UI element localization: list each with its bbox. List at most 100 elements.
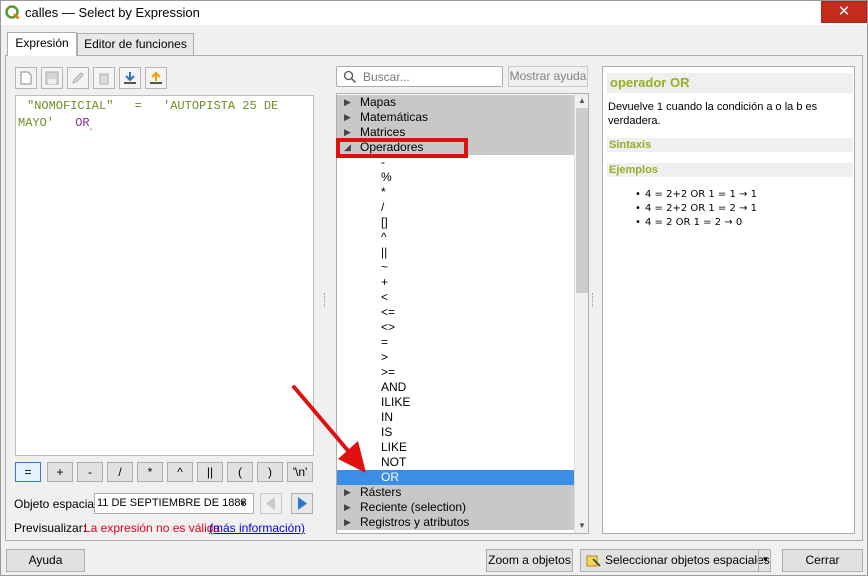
previous-feature-button[interactable] (260, 493, 282, 514)
tree-item[interactable]: >= (337, 365, 574, 380)
new-file-button[interactable] (15, 67, 37, 89)
left-splitter-handle[interactable] (324, 293, 327, 307)
collapse-arrow-icon[interactable]: ▶ (344, 95, 351, 110)
close-button[interactable]: Cerrar (782, 549, 863, 572)
feature-combobox[interactable]: 11 DE SEPTIEMBRE DE 1888 (94, 493, 254, 514)
tree-scrollbar[interactable]: ▲ ▼ (574, 94, 588, 533)
import-icon (124, 72, 136, 84)
tree-item[interactable]: > (337, 350, 574, 365)
help-button[interactable]: Ayuda (6, 549, 85, 572)
tree-label: Registros y atributos (360, 515, 470, 529)
tree-label: AND (381, 380, 407, 394)
tree-item[interactable]: = (337, 335, 574, 350)
collapse-arrow-icon[interactable]: ▶ (344, 110, 351, 125)
string-token: 'AUTOPISTA 25 DE (163, 99, 279, 113)
close-icon: ✕ (837, 3, 851, 20)
zoom-to-features-button[interactable]: Zoom a objetos (486, 549, 573, 572)
preview-error-text: La expresión no es válida (84, 521, 221, 535)
close-window-button[interactable]: ✕ (821, 1, 867, 23)
tree-item[interactable]: % (337, 170, 574, 185)
help-title: operador OR (607, 73, 853, 93)
tree-label: || (381, 245, 388, 259)
scroll-up-icon[interactable]: ▲ (575, 94, 588, 108)
new-file-icon (20, 71, 32, 85)
export-icon (150, 71, 162, 84)
tree-group[interactable]: ▶ Reciente (selection) (337, 500, 574, 515)
preview-label: Previsualizar: (14, 521, 87, 535)
select-expression-icon (586, 555, 601, 567)
tree-label: <= (381, 305, 396, 319)
tree-item[interactable]: + (337, 275, 574, 290)
collapse-arrow-icon[interactable]: ▶ (344, 515, 351, 530)
save-button[interactable] (41, 67, 63, 89)
chevron-down-icon[interactable]: ▼ (758, 549, 772, 572)
scroll-thumb[interactable] (576, 108, 588, 293)
tree-label: OR (381, 470, 399, 484)
tree-group[interactable]: ▶ Mapas (337, 95, 574, 110)
op-power-button[interactable]: ^ (167, 462, 193, 482)
examples-heading: Ejemplos (607, 163, 853, 177)
tree-label: * (381, 185, 386, 199)
tree-item[interactable]: <> (337, 320, 574, 335)
tree-label: Matemáticas (360, 110, 429, 124)
tab-function-editor[interactable]: Editor de funciones (77, 33, 194, 55)
export-button[interactable] (145, 67, 167, 89)
operator-token: = (134, 99, 142, 113)
op-plus-button[interactable]: + (47, 462, 73, 482)
tree-label: + (381, 275, 389, 289)
search-input[interactable]: Buscar... (336, 66, 503, 87)
example-item: 4 = 2+2 OR 1 = 1 → 1 (635, 188, 757, 202)
select-features-button[interactable]: Seleccionar objetos espaciales (580, 549, 771, 572)
collapse-arrow-icon[interactable]: ▶ (344, 500, 351, 515)
scroll-down-icon[interactable]: ▼ (575, 519, 588, 533)
op-minus-button[interactable]: - (77, 462, 103, 482)
tree-label: IS (381, 425, 393, 439)
tree-group[interactable]: ▶ Registros y atributos (337, 515, 574, 530)
tree-item[interactable]: [] (337, 215, 574, 230)
tree-item[interactable]: || (337, 245, 574, 260)
tree-item[interactable]: ^ (337, 230, 574, 245)
example-item: 4 = 2+2 OR 1 = 2 → 1 (635, 202, 757, 216)
example-item: 4 = 2 OR 1 = 2 → 0 (635, 216, 757, 230)
tree-item[interactable]: < (337, 290, 574, 305)
or-keyword-token: OR (75, 116, 90, 130)
more-info-link[interactable]: (más información) (209, 521, 305, 535)
tree-label: IN (381, 410, 393, 424)
tree-item[interactable]: ~ (337, 260, 574, 275)
next-feature-button[interactable] (291, 493, 313, 514)
tab-expression[interactable]: Expresión (7, 32, 77, 56)
window-title: calles — Select by Expression (25, 5, 200, 20)
op-concat-button[interactable]: || (197, 462, 223, 482)
search-placeholder: Buscar... (363, 70, 410, 84)
op-open-paren-button[interactable]: ( (227, 462, 253, 482)
tree-group[interactable]: ▶ Rásters (337, 485, 574, 500)
annotation-arrow-icon (292, 385, 366, 473)
tree-label: % (381, 170, 392, 184)
tree-label: > (381, 350, 389, 364)
tree-item[interactable]: * (337, 185, 574, 200)
edit-button[interactable] (67, 67, 89, 89)
op-equals-button[interactable]: = (15, 462, 41, 482)
tree-label: Mapas (360, 95, 397, 109)
save-icon (45, 71, 59, 85)
chevron-down-icon[interactable]: ▼ (233, 494, 253, 513)
tree-item[interactable]: / (337, 200, 574, 215)
delete-button[interactable] (93, 67, 115, 89)
op-multiply-button[interactable]: * (137, 462, 163, 482)
op-divide-button[interactable]: / (107, 462, 133, 482)
collapse-arrow-icon[interactable]: ▶ (344, 485, 351, 500)
select-by-expression-window: calles — Select by Expression ✕ Expresió… (0, 0, 868, 576)
annotation-highlight-box (336, 138, 468, 158)
tree-group[interactable]: ▶ Matemáticas (337, 110, 574, 125)
show-help-button[interactable]: Mostrar ayuda (508, 66, 588, 87)
right-splitter-handle[interactable] (592, 293, 595, 307)
tree-item[interactable]: <= (337, 305, 574, 320)
tree-label: LIKE (381, 440, 408, 454)
tree-label: < (381, 290, 389, 304)
field-token: "NOMOFICIAL" (27, 99, 114, 113)
op-close-paren-button[interactable]: ) (257, 462, 283, 482)
expression-editor[interactable]: "NOMOFICIAL" = 'AUTOPISTA 25 DE MAYO' OR… (15, 95, 314, 456)
import-button[interactable] (119, 67, 141, 89)
qgis-logo-icon (5, 5, 20, 20)
delete-icon (99, 73, 109, 85)
